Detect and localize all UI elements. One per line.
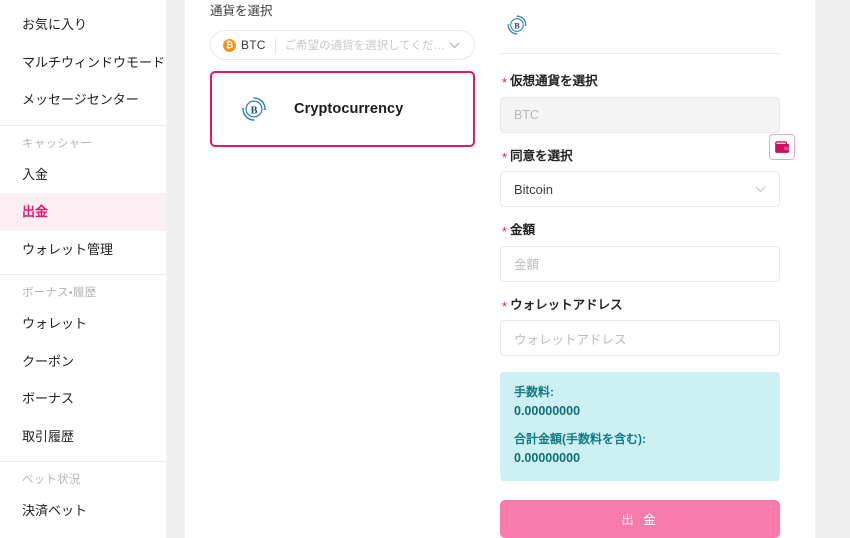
sidebar-item-multiwindow[interactable]: マルチウィンドウモード <box>0 44 166 82</box>
field-label-wallet-address: * ウォレットアドレス <box>502 296 780 315</box>
fee-summary-box: 手数料: 0.00000000 合計金額(手数料を含む): 0.00000000 <box>500 372 780 481</box>
wallet-icon-button[interactable] <box>769 134 795 160</box>
main-area: 通貨を選択 ₿ BTC ご希望の通貨を選択してくだ… B Cryptocurre… <box>166 0 850 538</box>
sidebar: お気に入り マルチウィンドウモード メッセージセンター キャッシャー 入金 出金… <box>0 0 166 538</box>
form-fields: * 仮想通貨を選択 BTC * 同意を選択 Bitcoin * 金額 金額 * … <box>500 54 780 538</box>
agreement-select[interactable]: Bitcoin <box>500 171 780 207</box>
required-marker: * <box>502 298 508 314</box>
fee-value: 0.00000000 <box>514 403 581 418</box>
payment-method-column: 通貨を選択 ₿ BTC ご希望の通貨を選択してくだ… B Cryptocurre… <box>185 0 500 538</box>
field-label-amount-text: 金額 <box>510 223 536 237</box>
sidebar-item-coupon[interactable]: クーポン <box>0 343 166 381</box>
method-card-label: Cryptocurrency <box>294 101 404 117</box>
btc-coin-icon: ₿ <box>223 38 236 52</box>
sidebar-group-title-cashier: キャッシャー <box>22 137 93 150</box>
required-marker: * <box>502 75 508 90</box>
amount-input[interactable]: 金額 <box>500 245 780 282</box>
sidebar-group-cashier: キャッシャー 入金 出金 ウォレット管理 <box>0 125 166 276</box>
sidebar-item-open-bets[interactable]: 未確定ベット <box>0 530 166 538</box>
svg-text:B: B <box>251 105 258 116</box>
sidebar-item-message-center[interactable]: メッセージセンター <box>0 81 166 119</box>
sidebar-item-withdraw[interactable]: 出金 <box>0 193 166 231</box>
required-marker: * <box>502 224 508 239</box>
currency-select-placeholder: ご希望の通貨を選択してくだ… <box>284 40 445 52</box>
currency-chip: ₿ BTC <box>211 36 276 54</box>
sidebar-item-settled-bets[interactable]: 決済ベット <box>0 492 166 530</box>
field-label-crypto-text: 仮想通貨を選択 <box>510 74 598 88</box>
field-label-agreement: * 同意を選択 <box>502 147 780 166</box>
required-marker: * <box>502 149 508 165</box>
chevron-down-icon <box>755 185 766 193</box>
wallet-address-input[interactable]: ウォレットアドレス <box>500 320 780 356</box>
fee-row: 手数料: 0.00000000 <box>514 383 766 421</box>
withdraw-submit-button[interactable]: 出 金 <box>500 499 780 538</box>
cryptocurrency-icon: B <box>505 13 529 40</box>
field-label-crypto: * 仮想通貨を選択 <box>502 72 780 91</box>
sidebar-item-bonus[interactable]: ボーナス <box>0 380 166 418</box>
currency-select-label: 通貨を選択 <box>210 4 273 18</box>
sidebar-item-favorites[interactable]: お気に入り <box>0 6 166 44</box>
sidebar-group-main: お気に入り マルチウィンドウモード メッセージセンター <box>0 0 166 126</box>
cryptocurrency-icon: B <box>237 94 271 124</box>
sidebar-item-transaction-history[interactable]: 取引履歴 <box>0 418 166 456</box>
app-root: お気に入り マルチウィンドウモード メッセージセンター キャッシャー 入金 出金… <box>0 0 850 538</box>
field-label-amount: * 金額 <box>502 221 780 240</box>
total-label: 合計金額(手数料を含む): <box>514 431 646 446</box>
method-card-cryptocurrency[interactable]: B Cryptocurrency <box>210 71 475 147</box>
total-row: 合計金額(手数料を含む): 0.00000000 <box>514 430 766 468</box>
sidebar-item-wallet-management[interactable]: ウォレット管理 <box>0 231 166 269</box>
crypto-currency-input[interactable]: BTC <box>500 96 780 133</box>
currency-select[interactable]: ₿ BTC ご希望の通貨を選択してくだ… <box>210 30 475 60</box>
total-value: 0.00000000 <box>514 450 581 465</box>
withdraw-form: B * 仮想通貨を選択 BTC * 同意を選択 Bitcoin * 金額 金額 … <box>500 0 815 538</box>
content-panel: 通貨を選択 ₿ BTC ご希望の通貨を選択してくだ… B Cryptocurre… <box>185 0 815 538</box>
field-label-agreement-text: 同意を選択 <box>510 148 573 163</box>
sidebar-group-bet-status: ベット状況 決済ベット 未確定ベット <box>0 462 166 538</box>
sidebar-group-bonus-history: ボーナス・履歴 ウォレット クーポン ボーナス 取引履歴 <box>0 275 166 463</box>
wallet-address-input-placeholder: ウォレットアドレス <box>514 332 627 347</box>
sidebar-group-title-bonus-history: ボーナス・履歴 <box>22 287 97 300</box>
sidebar-item-deposit[interactable]: 入金 <box>0 156 166 194</box>
agreement-select-value: Bitcoin <box>514 181 554 197</box>
amount-input-placeholder: 金額 <box>514 258 540 272</box>
svg-text:B: B <box>514 21 520 30</box>
field-label-wallet-address-text: ウォレットアドレス <box>510 297 623 312</box>
crypto-currency-input-placeholder: BTC <box>514 107 539 122</box>
form-header: B <box>500 0 780 53</box>
sidebar-item-wallet[interactable]: ウォレット <box>0 305 166 343</box>
fee-label: 手数料: <box>514 385 554 399</box>
currency-chip-label: BTC <box>241 38 266 52</box>
sidebar-group-title-bet-status: ベット状況 <box>22 474 81 487</box>
chevron-down-icon <box>445 41 474 49</box>
